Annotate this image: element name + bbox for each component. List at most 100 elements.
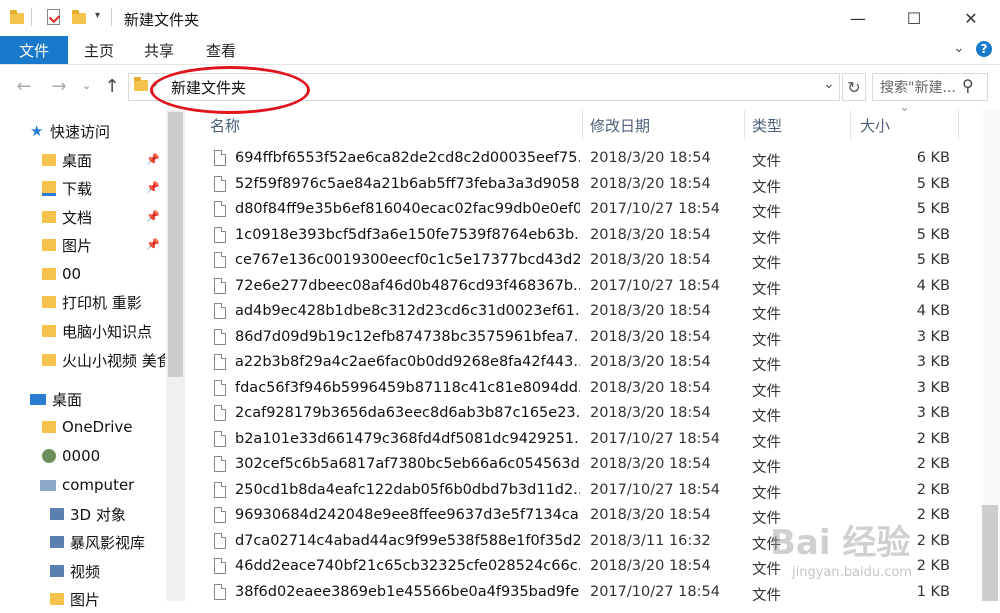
tab-view[interactable]: 查看: [206, 36, 236, 64]
pin-icon[interactable]: 📌: [146, 210, 160, 223]
file-row[interactable]: fdac56f3f946b5996459b87118c41c81e8094dd.…: [205, 376, 975, 402]
file-row[interactable]: 1c0918e393bcf5df3a6e150fe7539f8764eb63b.…: [205, 223, 975, 249]
folder-icon: [42, 296, 56, 308]
sidebar-item[interactable]: 火山小视频 美食: [42, 346, 165, 374]
file-type: 文件: [752, 358, 781, 374]
file-date: 2017/10/27 18:54: [590, 481, 720, 498]
sidebar-item[interactable]: 桌面: [30, 385, 165, 413]
file-row[interactable]: 2caf928179b3656da63eec8d6ab3b87c165e23..…: [205, 401, 975, 427]
sidebar-item[interactable]: ★ 快速访问: [30, 117, 165, 145]
tab-share[interactable]: 共享: [144, 36, 174, 64]
sidebar-item[interactable]: 电脑小知识点: [42, 317, 165, 345]
customize-quick-access-icon[interactable]: ▾: [95, 10, 100, 21]
sidebar-item[interactable]: 00: [42, 260, 165, 288]
file-row[interactable]: 52f59f8976c5ae84a21b6ab5ff73feba3a3d9058…: [205, 172, 975, 198]
forward-button[interactable]: →: [47, 74, 71, 98]
sidebar-item[interactable]: computer: [40, 471, 165, 499]
tab-home[interactable]: 主页: [84, 36, 114, 64]
sidebar-item[interactable]: 打印机 重影: [42, 288, 165, 316]
file-row[interactable]: b2a101e33d661479c368fd4df5081dc9429251..…: [205, 427, 975, 453]
file-name: fdac56f3f946b5996459b87118c41c81e8094dd.…: [235, 379, 580, 396]
file-icon: [214, 558, 226, 574]
window-title: 新建文件夹: [124, 11, 200, 29]
sidebar-item-label: 打印机 重影: [62, 293, 142, 312]
file-type: 文件: [752, 230, 781, 247]
file-row[interactable]: a22b3b8f29a4c2ae6fac0b0dd9268e8fa42f443.…: [205, 350, 975, 376]
nav-scrollbar-thumb[interactable]: [168, 112, 183, 377]
file-date: 2017/10/27 18:54: [590, 201, 720, 217]
sidebar-item[interactable]: 0000: [42, 442, 165, 470]
column-separator[interactable]: [582, 110, 583, 140]
column-header-date[interactable]: 修改日期: [590, 112, 650, 138]
new-folder-icon[interactable]: [72, 10, 86, 24]
column-separator[interactable]: [958, 110, 959, 140]
computer-icon: [40, 479, 56, 491]
up-button[interactable]: ↑: [100, 74, 124, 98]
properties-icon[interactable]: [47, 9, 61, 25]
user-icon: [42, 449, 56, 463]
sidebar-item-label: 桌面: [52, 390, 83, 409]
sidebar-item-label: 图片: [70, 590, 101, 609]
sidebar-item-label: 3D 对象: [70, 505, 126, 524]
file-name: 38f6d02eaee3869eb1e45566be0a4f935bad9fe.…: [235, 583, 580, 600]
column-header-size[interactable]: 大小: [860, 112, 890, 138]
address-dropdown-icon[interactable]: ⌄: [823, 76, 835, 92]
file-row[interactable]: d80f84ff9e35b6ef816040ecac02fac99db0e0ef…: [205, 197, 975, 223]
file-name: a22b3b8f29a4c2ae6fac0b0dd9268e8fa42f443.…: [235, 354, 580, 370]
annotation-circle: [150, 66, 310, 114]
media-library-icon: [50, 536, 64, 548]
tab-file[interactable]: 文件: [0, 36, 68, 64]
sidebar-item[interactable]: 图片: [50, 585, 165, 613]
ribbon-border: [0, 64, 1000, 65]
sidebar-item[interactable]: 3D 对象: [50, 500, 165, 528]
close-button[interactable]: ✕: [948, 0, 994, 36]
file-row[interactable]: 302cef5c6b5a6817af7380bc5eb66a6c054563d.…: [205, 452, 975, 478]
file-name: b2a101e33d661479c368fd4df5081dc9429251..…: [235, 430, 580, 447]
sidebar-item-label: 快速访问: [50, 122, 111, 141]
sidebar-item-label: 00: [62, 265, 82, 283]
pin-icon[interactable]: 📌: [146, 181, 160, 194]
file-list-scrollbar-thumb[interactable]: [982, 505, 998, 601]
ribbon-expand-icon[interactable]: ⌄: [953, 40, 965, 56]
file-row[interactable]: ce767e136c0019300eecf0c1c5e17377bcd43d2.…: [205, 248, 975, 274]
file-row[interactable]: 250cd1b8da4eafc122dab05f6b0dbd7b3d11d2..…: [205, 478, 975, 504]
help-icon[interactable]: ?: [976, 41, 992, 57]
sidebar-item-label: 下载: [62, 179, 93, 198]
minimize-button[interactable]: —: [835, 0, 881, 36]
column-header-name[interactable]: 名称: [210, 112, 240, 138]
back-button[interactable]: ←: [12, 74, 36, 98]
column-header-type[interactable]: 类型: [752, 112, 782, 138]
pin-icon[interactable]: 📌: [146, 238, 160, 251]
sidebar-item[interactable]: 视频: [50, 557, 165, 585]
title-divider-2: [111, 8, 112, 26]
column-separator[interactable]: [850, 110, 851, 140]
file-icon: [214, 277, 226, 294]
file-row[interactable]: 72e6e277dbeec08af46d0b4876cd93f468367b..…: [205, 274, 975, 300]
sidebar-item[interactable]: 暴风影视库: [50, 528, 165, 556]
file-row[interactable]: 86d7d09d9b19c12efb874738bc3575961bfea7..…: [205, 325, 975, 351]
file-date: 2018/3/20 18:54: [590, 354, 711, 370]
file-row[interactable]: 694ffbf6553f52ae6ca82de2cd8c2d00035eef75…: [205, 146, 975, 172]
search-icon[interactable]: ⚲: [962, 76, 974, 95]
sidebar-item[interactable]: OneDrive: [42, 413, 165, 441]
refresh-button[interactable]: ↻: [842, 73, 866, 101]
file-type: 文件: [752, 485, 781, 502]
maximize-button[interactable]: ☐: [891, 0, 937, 36]
sidebar-item-label: 0000: [62, 447, 101, 465]
file-name: d7ca02714c4abad44ac9f99e538f588e1f0f35d2…: [235, 532, 580, 549]
file-type: 文件: [752, 154, 781, 170]
file-date: 2018/3/20 18:54: [590, 507, 711, 523]
recent-locations-icon[interactable]: ⌄: [82, 79, 91, 92]
column-separator[interactable]: [744, 110, 745, 140]
baidu-watermark-url: jingyan.baidu.com: [792, 565, 912, 580]
file-name: 52f59f8976c5ae84a21b6ab5ff73feba3a3d9058…: [235, 175, 580, 192]
address-folder-icon: [134, 77, 148, 91]
file-icon: [214, 354, 226, 370]
file-name: 46dd2eace740bf21c65cb32325cfe028524c66c.…: [235, 558, 580, 574]
pin-icon[interactable]: 📌: [146, 153, 160, 166]
file-type: 文件: [752, 281, 781, 298]
file-row[interactable]: ad4b9ec428b1dbe8c312d23cd6c31d0023ef61..…: [205, 299, 975, 325]
file-date: 2018/3/20 18:54: [590, 226, 711, 243]
sidebar-item-label: OneDrive: [62, 418, 133, 436]
file-name: 86d7d09d9b19c12efb874738bc3575961bfea7..…: [235, 328, 580, 345]
